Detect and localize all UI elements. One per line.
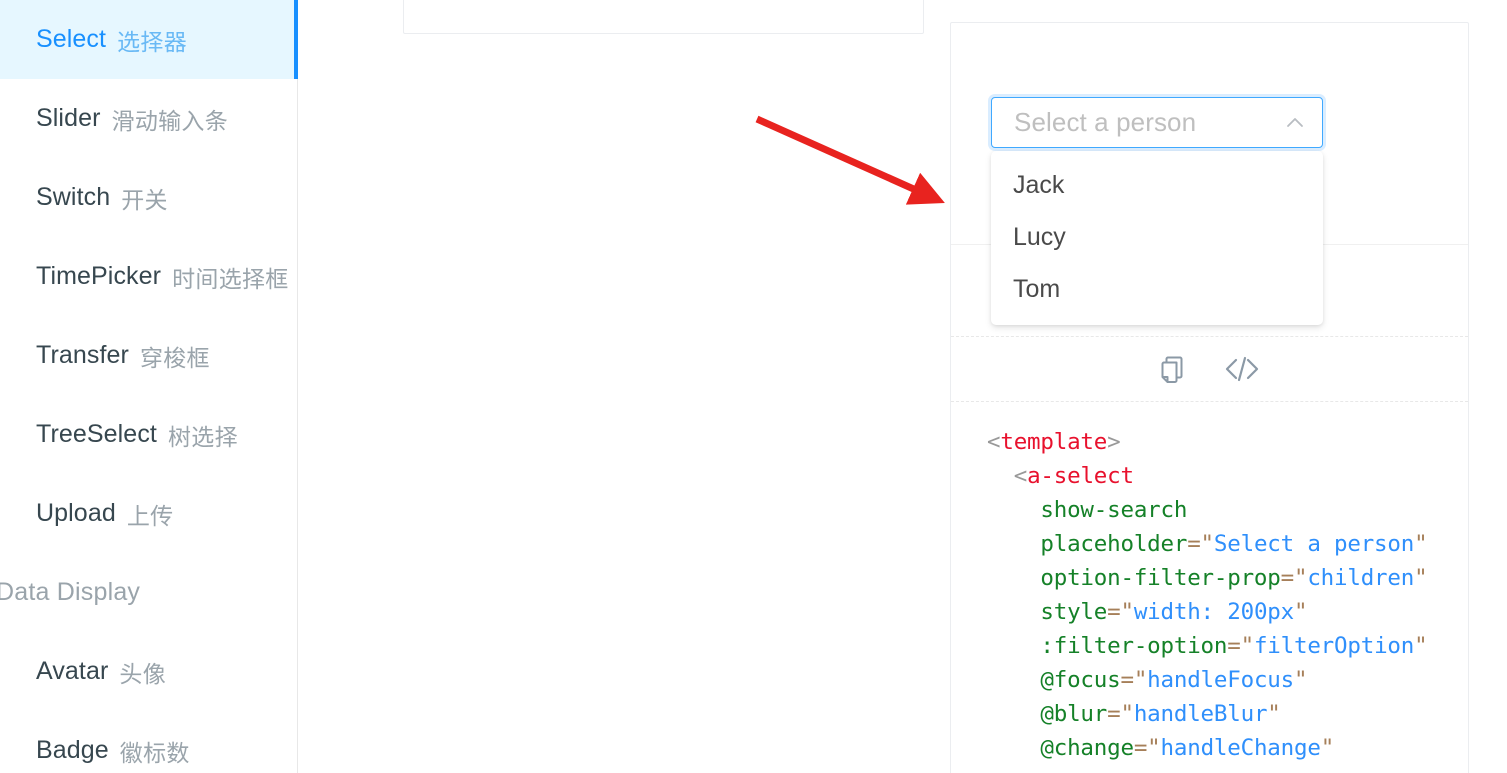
sidebar-nav: Select 选择器 Slider 滑动输入条 Switch 开关 TimePicker 时间… — [0, 0, 298, 773]
sidebar-item-slider[interactable]: Slider 滑动输入条 — [0, 79, 297, 158]
right-demo-panel: Select a person Jack Lucy Tom <template>… — [950, 22, 1469, 773]
source-code-block: <template> <a-select show-search placeho… — [951, 402, 1468, 765]
code-token-punc: < — [1013, 463, 1028, 489]
copy-icon[interactable] — [1159, 355, 1185, 383]
code-token-eq: " — [1267, 701, 1281, 727]
code-token-attr: style — [1040, 599, 1108, 625]
right-panel-actions — [951, 336, 1468, 402]
sidebar-item-treeselect[interactable]: TreeSelect 树选择 — [0, 395, 297, 474]
code-token-eq: =" — [1120, 667, 1148, 693]
code-token-str: handleBlur — [1133, 701, 1268, 727]
sidebar-item-label-en: Avatar — [36, 657, 109, 685]
code-token-eq: " — [1414, 565, 1428, 591]
sidebar-item-label-en: Switch — [36, 183, 111, 211]
chevron-up-icon[interactable] — [1282, 110, 1308, 136]
sidebar-group-label: Data Display — [0, 578, 141, 606]
code-token-eq: =" — [1227, 633, 1254, 659]
select-placeholder-text: Select a person — [1014, 107, 1197, 137]
sidebar-item-label-cn: 时间选择框 — [172, 265, 289, 292]
code-token-str: handleChange — [1160, 735, 1321, 761]
sidebar-item-upload[interactable]: Upload 上传 — [0, 474, 297, 553]
app-root: Select 选择器 Slider 滑动输入条 Switch 开关 TimePicker 时间… — [0, 0, 1507, 773]
code-token-eq: =" — [1133, 735, 1161, 761]
sidebar-menu-list: Select 选择器 Slider 滑动输入条 Switch 开关 TimePicker 时间… — [0, 0, 298, 773]
dropdown-option[interactable]: Jack — [991, 159, 1323, 211]
sidebar-item-label-en: TimePicker — [36, 262, 162, 290]
sidebar-item-label-cn: 滑动输入条 — [111, 107, 229, 134]
code-token-eq: " — [1293, 599, 1308, 625]
code-token-tag: template — [1000, 429, 1108, 455]
sidebar-item-label-cn: 选择器 — [117, 28, 187, 55]
code-token-attr: show-search — [1040, 497, 1188, 523]
sidebar-item-label-en: TreeSelect — [36, 420, 157, 448]
sidebar-item-badge[interactable]: Badge 徽标数 — [0, 711, 297, 773]
select-input[interactable]: Select a person — [991, 97, 1323, 148]
code-token-eq: " — [1414, 633, 1428, 659]
code-token-eq: " — [1414, 531, 1428, 557]
code-token-attr: placeholder — [1040, 531, 1188, 557]
code-token-attr: :filter-option — [1040, 633, 1228, 659]
code-token-eq: =" — [1187, 531, 1214, 557]
sidebar-item-label-cn: 徽标数 — [119, 739, 190, 766]
code-token-punc: > — [1107, 429, 1121, 455]
code-token-punc: < — [987, 429, 1001, 455]
code-token-attr: option-filter-prop — [1040, 565, 1281, 591]
sidebar-item-label-cn: 开关 — [121, 186, 168, 213]
sidebar-item-label-cn: 上传 — [126, 502, 174, 529]
sidebar-item-label-en: Badge — [36, 736, 109, 764]
code-token-tag: a-select — [1027, 463, 1134, 489]
sidebar-item-select[interactable]: Select 选择器 — [0, 0, 298, 79]
middle-demo-panel — [403, 0, 924, 34]
code-token-eq: =" — [1107, 599, 1134, 625]
red-arrow-annotation — [755, 115, 945, 205]
sidebar-item-label-en: Slider — [36, 104, 101, 132]
code-token-str: handleFocus — [1147, 667, 1294, 693]
sidebar-item-label-en: Transfer — [36, 341, 129, 369]
sidebar-item-avatar[interactable]: Avatar 头像 — [0, 632, 297, 711]
code-token-str: filterOption — [1253, 633, 1415, 659]
sidebar-item-label-en: Upload — [36, 499, 116, 527]
code-token-str: children — [1307, 565, 1415, 591]
dropdown-option[interactable]: Lucy — [991, 211, 1323, 263]
code-token-eq: =" — [1280, 565, 1308, 591]
code-token-attr: @blur — [1040, 701, 1108, 727]
code-token-attr: @change — [1040, 735, 1134, 761]
sidebar-item-label-en: Select — [36, 25, 107, 53]
select-demo-area: Select a person Jack Lucy Tom — [951, 23, 1468, 325]
code-token-eq: " — [1320, 735, 1335, 761]
sidebar-group-data-display: Data Display — [0, 553, 297, 632]
sidebar-item-transfer[interactable]: Transfer 穿梭框 — [0, 316, 297, 395]
sidebar-item-timepicker[interactable]: TimePicker 时间选择框 — [0, 237, 297, 316]
code-token-attr: @focus — [1040, 667, 1121, 693]
code-token-eq: " — [1293, 667, 1308, 693]
code-token-str: Select a person — [1213, 531, 1415, 557]
select-dropdown-list: Jack Lucy Tom — [991, 151, 1323, 325]
sidebar-item-label-cn: 穿梭框 — [139, 344, 210, 371]
sidebar-item-label-cn: 树选择 — [167, 423, 238, 450]
dropdown-option[interactable]: Tom — [991, 263, 1323, 315]
sidebar-item-switch[interactable]: Switch 开关 — [0, 158, 297, 237]
code-token-eq: =" — [1107, 701, 1134, 727]
code-token-str: width: 200px — [1133, 599, 1294, 625]
sidebar-item-label-cn: 头像 — [119, 660, 167, 687]
code-icon[interactable] — [1224, 356, 1260, 382]
dropdown-options-container: Jack Lucy Tom — [991, 159, 1323, 315]
